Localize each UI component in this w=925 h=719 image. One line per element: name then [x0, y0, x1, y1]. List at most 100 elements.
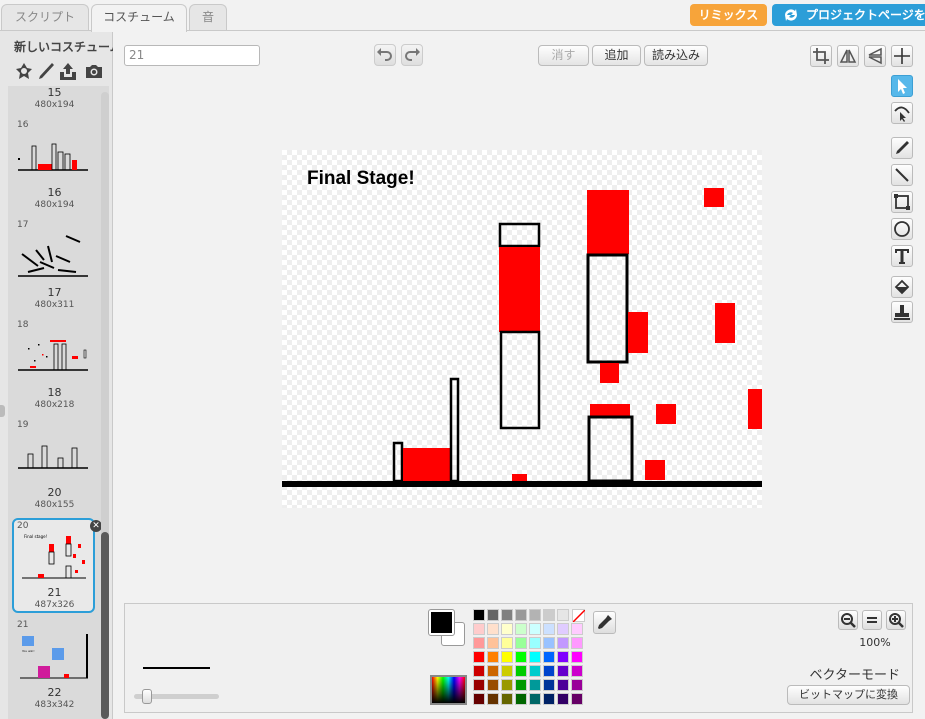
line-tool[interactable]	[891, 164, 913, 186]
palette-swatch[interactable]	[487, 693, 499, 705]
palette-swatch[interactable]	[571, 651, 583, 663]
paint-brush-icon[interactable]	[36, 61, 56, 81]
palette-swatch[interactable]	[543, 665, 555, 677]
palette-swatch[interactable]	[501, 623, 513, 635]
project-page-button[interactable]: プロジェクトページを	[772, 4, 925, 26]
palette-swatch[interactable]	[529, 679, 541, 691]
palette-swatch[interactable]	[557, 637, 569, 649]
palette-swatch[interactable]	[473, 637, 485, 649]
palette-swatch[interactable]	[501, 637, 513, 649]
palette-swatch[interactable]	[515, 651, 527, 663]
palette-swatch[interactable]	[571, 693, 583, 705]
palette-swatch[interactable]	[501, 651, 513, 663]
palette-swatch[interactable]	[571, 679, 583, 691]
tab-sounds[interactable]: 音	[189, 4, 227, 31]
palette-swatch[interactable]	[543, 651, 555, 663]
undo-button[interactable]	[374, 44, 396, 66]
palette-swatch[interactable]	[515, 693, 527, 705]
costume-item[interactable]: 18 18 480x218	[8, 318, 101, 413]
palette-swatch[interactable]	[543, 693, 555, 705]
library-icon[interactable]	[14, 61, 34, 81]
tab-scripts[interactable]: スクリプト	[1, 4, 89, 31]
rectangle-tool[interactable]	[891, 191, 913, 213]
add-button[interactable]: 追加	[592, 45, 641, 66]
palette-swatch[interactable]	[473, 665, 485, 677]
palette-swatch[interactable]	[543, 637, 555, 649]
flip-horizontal-tool[interactable]	[837, 45, 859, 67]
palette-swatch[interactable]	[515, 665, 527, 677]
clear-button[interactable]: 消す	[538, 45, 589, 66]
line-width-slider-handle[interactable]	[142, 689, 152, 704]
color-picker-gradient[interactable]	[430, 675, 467, 705]
palette-swatch[interactable]	[501, 609, 513, 621]
palette-swatch[interactable]	[487, 665, 499, 677]
palette-swatch[interactable]	[543, 679, 555, 691]
palette-swatch[interactable]	[501, 693, 513, 705]
palette-swatch[interactable]	[473, 609, 485, 621]
palette-swatch[interactable]	[487, 623, 499, 635]
palette-swatch[interactable]	[529, 665, 541, 677]
palette-swatch[interactable]	[571, 637, 583, 649]
palette-swatch[interactable]	[529, 637, 541, 649]
palette-swatch[interactable]	[571, 623, 583, 635]
palette-swatch[interactable]	[473, 693, 485, 705]
palette-swatch[interactable]	[501, 679, 513, 691]
palette-swatch[interactable]	[501, 665, 513, 677]
zoom-out-button[interactable]	[838, 610, 858, 630]
palette-swatch[interactable]	[543, 609, 555, 621]
palette-swatch[interactable]	[557, 693, 569, 705]
flip-vertical-tool[interactable]	[864, 45, 886, 67]
eyedropper-button[interactable]	[593, 611, 616, 634]
palette-swatch[interactable]	[487, 651, 499, 663]
palette-swatch[interactable]	[515, 609, 527, 621]
costume-item-selected[interactable]: 20 Final stage! 21 487x326	[8, 518, 101, 613]
zoom-in-button[interactable]	[886, 610, 906, 630]
costume-item[interactable]: 15 480x194	[8, 86, 101, 112]
ellipse-tool[interactable]	[891, 218, 913, 240]
palette-swatch[interactable]	[557, 665, 569, 677]
costume-name-input[interactable]: 21	[124, 45, 260, 66]
costume-list-scroll-thumb[interactable]	[101, 532, 109, 719]
palette-swatch[interactable]	[557, 679, 569, 691]
palette-swatch[interactable]	[487, 679, 499, 691]
costume-item[interactable]: 17 17 480x311	[8, 218, 101, 313]
costume-item[interactable]: 16 16 480x194	[8, 118, 101, 213]
select-tool[interactable]	[891, 75, 913, 97]
palette-swatch[interactable]	[529, 651, 541, 663]
costume-item[interactable]: 19 20 480x155	[8, 418, 101, 513]
text-tool[interactable]	[891, 245, 913, 267]
fill-tool[interactable]	[891, 276, 913, 298]
costume-item[interactable]: 21 You win! 22 483x342	[8, 618, 101, 713]
palette-swatch[interactable]	[473, 679, 485, 691]
import-button[interactable]: 読み込み	[644, 45, 708, 66]
zoom-reset-button[interactable]	[862, 610, 882, 630]
upload-icon[interactable]	[58, 61, 78, 81]
palette-swatch[interactable]	[529, 609, 541, 621]
crop-tool[interactable]	[810, 45, 832, 67]
palette-swatch[interactable]	[557, 623, 569, 635]
redo-button[interactable]	[401, 44, 423, 66]
pencil-tool[interactable]	[891, 137, 913, 159]
palette-swatch[interactable]	[487, 609, 499, 621]
palette-swatch[interactable]	[515, 637, 527, 649]
remix-button[interactable]: リミックス	[690, 4, 767, 26]
palette-swatch[interactable]	[473, 623, 485, 635]
palette-swatch[interactable]	[487, 637, 499, 649]
convert-to-bitmap-button[interactable]: ビットマップに変換	[787, 685, 910, 705]
reshape-tool[interactable]	[891, 102, 913, 124]
transparent-swatch[interactable]	[572, 609, 586, 623]
palette-swatch[interactable]	[557, 609, 569, 621]
camera-icon[interactable]	[84, 61, 104, 81]
palette-swatch[interactable]	[557, 651, 569, 663]
palette-swatch[interactable]	[529, 693, 541, 705]
palette-swatch[interactable]	[543, 623, 555, 635]
duplicate-tool[interactable]	[891, 301, 913, 323]
pane-collapse-handle[interactable]	[0, 405, 5, 417]
palette-swatch[interactable]	[529, 623, 541, 635]
palette-swatch[interactable]	[473, 651, 485, 663]
set-center-tool[interactable]	[891, 45, 913, 67]
palette-swatch[interactable]	[571, 665, 583, 677]
primary-color-swatch[interactable]	[428, 609, 455, 636]
palette-swatch[interactable]	[515, 623, 527, 635]
tab-costumes[interactable]: コスチューム	[91, 4, 187, 32]
